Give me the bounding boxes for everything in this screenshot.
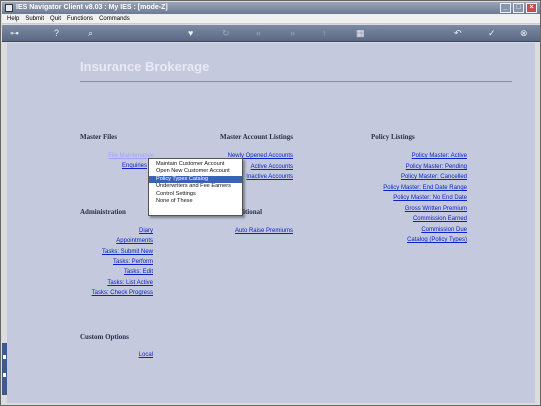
file-maintenance-popup-menu: Maintain Customer Account Open New Custo… bbox=[148, 158, 243, 216]
main-content bbox=[7, 43, 535, 403]
tasks-check-progress-link[interactable]: Tasks: Check Progress bbox=[92, 290, 153, 296]
close-icon[interactable]: ⊗ bbox=[520, 28, 528, 39]
diary-link[interactable]: Diary bbox=[139, 228, 153, 234]
maximize-button[interactable]: □ bbox=[513, 3, 524, 13]
title-divider bbox=[80, 81, 512, 82]
enquiries-link[interactable]: Enquiries bbox=[122, 163, 147, 169]
inactive-accounts-link[interactable]: Inactive Accounts bbox=[246, 174, 293, 180]
menu-item-maintain-customer-account[interactable]: Maintain Customer Account bbox=[149, 161, 242, 168]
menu-submit[interactable]: Submit bbox=[25, 14, 44, 23]
administration-header: Administration bbox=[80, 208, 126, 216]
menu-item-open-new-customer-account[interactable]: Open New Customer Account bbox=[149, 168, 242, 175]
toolbar: ⊶ ? ⌕ ♥ ↻ « » ↑ ▦ ↶ ✓ ⊗ bbox=[2, 25, 540, 42]
grid-icon[interactable]: ▦ bbox=[356, 28, 365, 39]
menu-bar: Help Submit Quit Functions Commands bbox=[2, 14, 540, 24]
auto-raise-premiums-link[interactable]: Auto Raise Premiums bbox=[235, 228, 293, 234]
page-title: Insurance Brokerage bbox=[80, 59, 210, 74]
additional-header: itional bbox=[243, 208, 263, 216]
menu-help[interactable]: Help bbox=[7, 14, 19, 23]
commission-earned-link[interactable]: Commission Earned bbox=[413, 216, 467, 222]
local-link[interactable]: Local bbox=[139, 352, 153, 358]
menu-functions[interactable]: Functions bbox=[67, 14, 93, 23]
menu-commands[interactable]: Commands bbox=[99, 14, 130, 23]
title-bar: IES Navigator Client v8.03 : My IES : [m… bbox=[2, 2, 540, 14]
gross-written-premium-link[interactable]: Gross Written Premium bbox=[405, 206, 467, 212]
key-icon[interactable]: ⊶ bbox=[10, 28, 19, 39]
catalog-policy-types-link[interactable]: Catalog (Policy Types) bbox=[407, 237, 467, 243]
tasks-edit-link[interactable]: Tasks: Edit bbox=[124, 269, 153, 275]
check-icon[interactable]: ✓ bbox=[488, 28, 496, 39]
undo-icon[interactable]: ↶ bbox=[454, 28, 462, 39]
policy-master-pending-link[interactable]: Policy Master: Pending bbox=[406, 164, 467, 170]
up-icon[interactable]: ↑ bbox=[322, 28, 327, 39]
tasks-list-active-link[interactable]: Tasks: List Active bbox=[107, 280, 153, 286]
search-icon[interactable]: ⌕ bbox=[88, 28, 93, 39]
back-icon[interactable]: « bbox=[256, 28, 261, 39]
menu-item-control-settings[interactable]: Control Settings bbox=[149, 191, 242, 198]
commission-due-link[interactable]: Commission Due bbox=[421, 227, 467, 233]
master-account-listings-header: Master Account Listings bbox=[220, 133, 293, 141]
menu-quit[interactable]: Quit bbox=[50, 14, 61, 23]
menu-item-underwriters-and-fee-earners[interactable]: Underwriters and Fee Earners bbox=[149, 183, 242, 190]
help-icon[interactable]: ? bbox=[54, 28, 59, 39]
side-strip bbox=[2, 343, 7, 395]
policy-master-end-date-range-link[interactable]: Policy Master: End Date Range bbox=[383, 185, 467, 191]
minimize-button[interactable]: _ bbox=[500, 3, 511, 13]
tasks-submit-new-link[interactable]: Tasks: Submit New bbox=[102, 249, 153, 255]
tasks-perform-link[interactable]: Tasks: Perform bbox=[113, 259, 153, 265]
menu-item-policy-types-catalog[interactable]: Policy Types Catalog bbox=[149, 175, 242, 184]
policy-master-no-end-date-link[interactable]: Policy Master: No End Date bbox=[393, 195, 467, 201]
appointments-link[interactable]: Appointments bbox=[116, 238, 153, 244]
policy-master-cancelled-link[interactable]: Policy Master: Cancelled bbox=[401, 174, 467, 180]
close-window-button[interactable]: × bbox=[526, 3, 537, 13]
active-accounts-link[interactable]: Active Accounts bbox=[251, 164, 293, 170]
custom-options-header: Custom Options bbox=[80, 333, 129, 341]
forward-icon[interactable]: » bbox=[290, 28, 295, 39]
refresh-icon[interactable]: ↻ bbox=[222, 28, 230, 39]
window-title: IES Navigator Client v8.03 : My IES : [m… bbox=[16, 4, 168, 11]
policy-master-active-link[interactable]: Policy Master: Active bbox=[412, 153, 467, 159]
app-window: IES Navigator Client v8.03 : My IES : [m… bbox=[0, 0, 541, 406]
app-icon bbox=[5, 4, 13, 12]
menu-item-none-of-these[interactable]: None of These bbox=[149, 198, 242, 205]
heart-icon[interactable]: ♥ bbox=[188, 28, 193, 39]
master-files-header: Master Files bbox=[80, 133, 117, 141]
policy-listings-header: Policy Listings bbox=[371, 133, 415, 141]
